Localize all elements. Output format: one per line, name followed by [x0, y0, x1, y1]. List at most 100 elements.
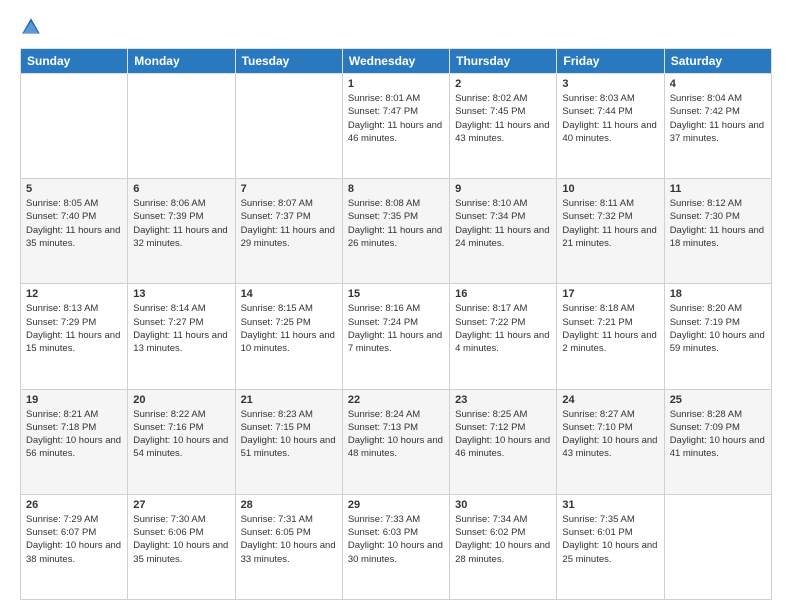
- calendar-cell: 21 Sunrise: 8:23 AM Sunset: 7:15 PM Dayli…: [235, 389, 342, 494]
- calendar-cell: 25 Sunrise: 8:28 AM Sunset: 7:09 PM Dayli…: [664, 389, 771, 494]
- calendar-cell: 13 Sunrise: 8:14 AM Sunset: 7:27 PM Dayli…: [128, 284, 235, 389]
- day-info: Sunrise: 8:28 AM Sunset: 7:09 PM Dayligh…: [670, 408, 766, 461]
- day-number: 18: [670, 288, 766, 300]
- calendar-cell: 7Sunrise: 8:07 AM Sunset: 7:37 PM Daylig…: [235, 179, 342, 284]
- day-number: 25: [670, 394, 766, 406]
- day-number: 6: [133, 183, 229, 195]
- calendar-cell: 14 Sunrise: 8:15 AM Sunset: 7:25 PM Dayli…: [235, 284, 342, 389]
- day-info: Sunrise: 8:11 AM Sunset: 7:32 PM Dayligh…: [562, 197, 658, 250]
- day-info: Sunrise: 8:05 AM Sunset: 7:40 PM Dayligh…: [26, 197, 122, 250]
- calendar-cell: 20Sunrise: 8:22 AM Sunset: 7:16 PM Dayli…: [128, 389, 235, 494]
- day-info: Sunrise: 7:30 AM Sunset: 6:06 PM Dayligh…: [133, 513, 229, 566]
- day-info: Sunrise: 8:08 AM Sunset: 7:35 PM Dayligh…: [348, 197, 444, 250]
- calendar-cell: 31 Sunrise: 7:35 AM Sunset: 6:01 PM Dayli…: [557, 494, 664, 599]
- calendar-cell: 23 Sunrise: 8:25 AM Sunset: 7:12 PM Dayli…: [450, 389, 557, 494]
- calendar-cell: 28 Sunrise: 7:31 AM Sunset: 6:05 PM Dayli…: [235, 494, 342, 599]
- calendar-cell: 15 Sunrise: 8:16 AM Sunset: 7:24 PM Dayli…: [342, 284, 449, 389]
- day-number: 10: [562, 183, 658, 195]
- calendar-cell: 2 Sunrise: 8:02 AM Sunset: 7:45 PM Daylig…: [450, 74, 557, 179]
- day-number: 14: [241, 288, 337, 300]
- day-number: 30: [455, 499, 551, 511]
- day-info: Sunrise: 8:10 AM Sunset: 7:34 PM Dayligh…: [455, 197, 551, 250]
- day-number: 8: [348, 183, 444, 195]
- day-number: 19: [26, 394, 122, 406]
- calendar-day-header: Thursday: [450, 49, 557, 74]
- calendar-day-header: Tuesday: [235, 49, 342, 74]
- day-info: Sunrise: 8:25 AM Sunset: 7:12 PM Dayligh…: [455, 408, 551, 461]
- logo-icon: [20, 16, 42, 38]
- calendar-cell: 12Sunrise: 8:13 AM Sunset: 7:29 PM Dayli…: [21, 284, 128, 389]
- day-number: 16: [455, 288, 551, 300]
- day-number: 11: [670, 183, 766, 195]
- calendar-cell: 1 Sunrise: 8:01 AM Sunset: 7:47 PM Daylig…: [342, 74, 449, 179]
- day-info: Sunrise: 8:22 AM Sunset: 7:16 PM Dayligh…: [133, 408, 229, 461]
- day-number: 27: [133, 499, 229, 511]
- day-number: 26: [26, 499, 122, 511]
- calendar-cell: 18 Sunrise: 8:20 AM Sunset: 7:19 PM Dayli…: [664, 284, 771, 389]
- calendar-cell: [664, 494, 771, 599]
- day-number: 21: [241, 394, 337, 406]
- calendar-cell: 8 Sunrise: 8:08 AM Sunset: 7:35 PM Daylig…: [342, 179, 449, 284]
- calendar-cell: 9 Sunrise: 8:10 AM Sunset: 7:34 PM Daylig…: [450, 179, 557, 284]
- day-number: 9: [455, 183, 551, 195]
- header: [20, 16, 772, 38]
- day-number: 1: [348, 78, 444, 90]
- day-number: 28: [241, 499, 337, 511]
- day-info: Sunrise: 8:15 AM Sunset: 7:25 PM Dayligh…: [241, 302, 337, 355]
- calendar-cell: 4 Sunrise: 8:04 AM Sunset: 7:42 PM Daylig…: [664, 74, 771, 179]
- day-number: 2: [455, 78, 551, 90]
- day-number: 29: [348, 499, 444, 511]
- calendar-cell: 10 Sunrise: 8:11 AM Sunset: 7:32 PM Dayli…: [557, 179, 664, 284]
- day-info: Sunrise: 8:21 AM Sunset: 7:18 PM Dayligh…: [26, 408, 122, 461]
- day-number: 22: [348, 394, 444, 406]
- day-info: Sunrise: 8:01 AM Sunset: 7:47 PM Dayligh…: [348, 92, 444, 145]
- day-number: 17: [562, 288, 658, 300]
- calendar-cell: 11Sunrise: 8:12 AM Sunset: 7:30 PM Dayli…: [664, 179, 771, 284]
- day-number: 24: [562, 394, 658, 406]
- calendar-cell: [235, 74, 342, 179]
- day-info: Sunrise: 8:16 AM Sunset: 7:24 PM Dayligh…: [348, 302, 444, 355]
- calendar-header-row: SundayMondayTuesdayWednesdayThursdayFrid…: [21, 49, 772, 74]
- calendar-week-row: 12Sunrise: 8:13 AM Sunset: 7:29 PM Dayli…: [21, 284, 772, 389]
- day-number: 31: [562, 499, 658, 511]
- calendar-cell: 5 Sunrise: 8:05 AM Sunset: 7:40 PM Daylig…: [21, 179, 128, 284]
- calendar-week-row: 5 Sunrise: 8:05 AM Sunset: 7:40 PM Daylig…: [21, 179, 772, 284]
- day-info: Sunrise: 8:06 AM Sunset: 7:39 PM Dayligh…: [133, 197, 229, 250]
- calendar-cell: 27 Sunrise: 7:30 AM Sunset: 6:06 PM Dayli…: [128, 494, 235, 599]
- calendar-day-header: Wednesday: [342, 49, 449, 74]
- day-number: 13: [133, 288, 229, 300]
- calendar-day-header: Saturday: [664, 49, 771, 74]
- day-info: Sunrise: 8:04 AM Sunset: 7:42 PM Dayligh…: [670, 92, 766, 145]
- day-number: 15: [348, 288, 444, 300]
- day-info: Sunrise: 7:33 AM Sunset: 6:03 PM Dayligh…: [348, 513, 444, 566]
- calendar-week-row: 19 Sunrise: 8:21 AM Sunset: 7:18 PM Dayli…: [21, 389, 772, 494]
- calendar-cell: [128, 74, 235, 179]
- day-info: Sunrise: 8:23 AM Sunset: 7:15 PM Dayligh…: [241, 408, 337, 461]
- day-info: Sunrise: 8:13 AM Sunset: 7:29 PM Dayligh…: [26, 302, 122, 355]
- calendar-day-header: Monday: [128, 49, 235, 74]
- calendar-cell: 19 Sunrise: 8:21 AM Sunset: 7:18 PM Dayli…: [21, 389, 128, 494]
- day-info: Sunrise: 7:35 AM Sunset: 6:01 PM Dayligh…: [562, 513, 658, 566]
- calendar-week-row: 1 Sunrise: 8:01 AM Sunset: 7:47 PM Daylig…: [21, 74, 772, 179]
- day-number: 7: [241, 183, 337, 195]
- day-number: 5: [26, 183, 122, 195]
- calendar-cell: [21, 74, 128, 179]
- day-info: Sunrise: 8:02 AM Sunset: 7:45 PM Dayligh…: [455, 92, 551, 145]
- calendar-cell: 30Sunrise: 7:34 AM Sunset: 6:02 PM Dayli…: [450, 494, 557, 599]
- day-info: Sunrise: 8:20 AM Sunset: 7:19 PM Dayligh…: [670, 302, 766, 355]
- calendar-cell: 24 Sunrise: 8:27 AM Sunset: 7:10 PM Dayli…: [557, 389, 664, 494]
- day-number: 4: [670, 78, 766, 90]
- calendar-cell: 17Sunrise: 8:18 AM Sunset: 7:21 PM Dayli…: [557, 284, 664, 389]
- day-info: Sunrise: 8:03 AM Sunset: 7:44 PM Dayligh…: [562, 92, 658, 145]
- day-number: 3: [562, 78, 658, 90]
- calendar-cell: 22Sunrise: 8:24 AM Sunset: 7:13 PM Dayli…: [342, 389, 449, 494]
- day-info: Sunrise: 8:17 AM Sunset: 7:22 PM Dayligh…: [455, 302, 551, 355]
- day-info: Sunrise: 8:14 AM Sunset: 7:27 PM Dayligh…: [133, 302, 229, 355]
- day-info: Sunrise: 8:27 AM Sunset: 7:10 PM Dayligh…: [562, 408, 658, 461]
- calendar-table: SundayMondayTuesdayWednesdayThursdayFrid…: [20, 48, 772, 600]
- calendar-cell: 3 Sunrise: 8:03 AM Sunset: 7:44 PM Daylig…: [557, 74, 664, 179]
- calendar-day-header: Sunday: [21, 49, 128, 74]
- day-info: Sunrise: 7:31 AM Sunset: 6:05 PM Dayligh…: [241, 513, 337, 566]
- calendar-cell: 6 Sunrise: 8:06 AM Sunset: 7:39 PM Daylig…: [128, 179, 235, 284]
- day-number: 23: [455, 394, 551, 406]
